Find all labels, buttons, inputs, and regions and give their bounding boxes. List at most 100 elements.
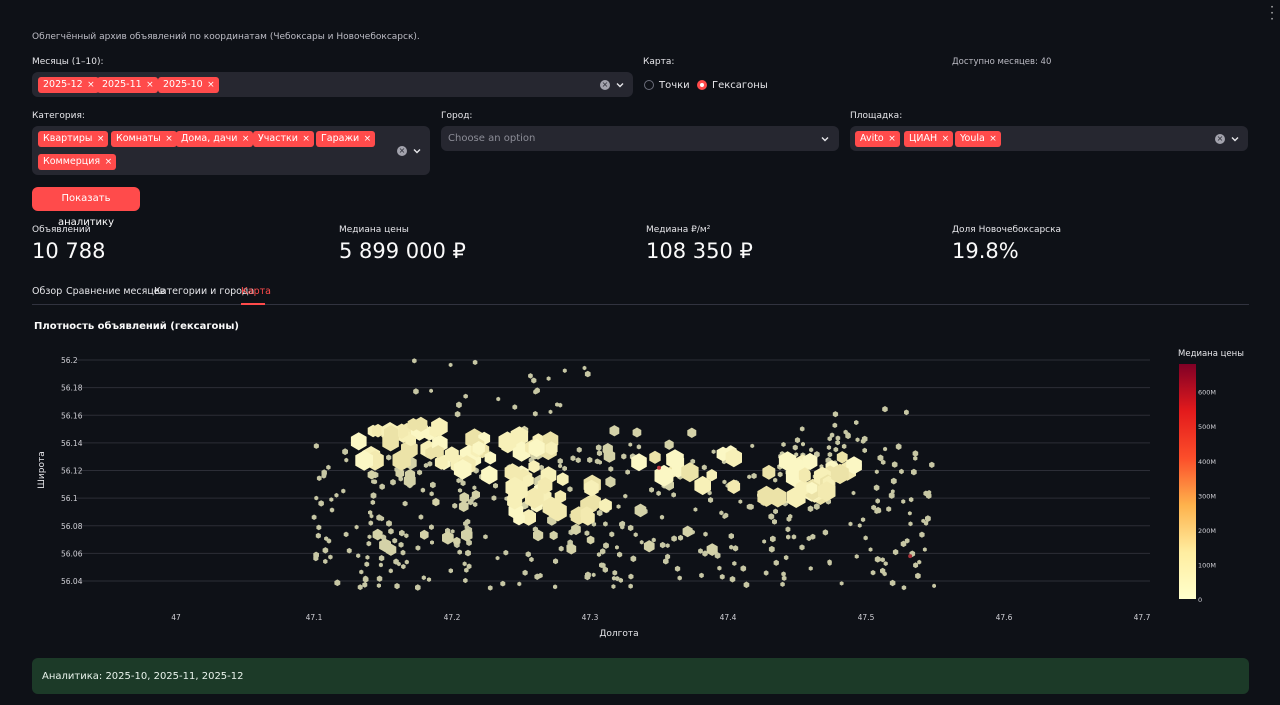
hex-cell xyxy=(875,498,880,504)
colorbar-ticks: 0 100M 200M 300M 400M 500M 600M xyxy=(1198,389,1216,604)
hex-cell xyxy=(415,584,421,591)
hex-cell xyxy=(556,472,569,486)
hex-cell xyxy=(892,549,899,556)
hex-cell xyxy=(722,479,727,485)
hex-cell xyxy=(357,584,363,591)
colorbar-tick-label: 200M xyxy=(1198,527,1216,535)
hex-cell xyxy=(682,525,693,538)
hex-cell xyxy=(860,517,866,523)
hex-cell xyxy=(751,472,757,479)
hex-cell xyxy=(493,482,498,489)
hex-cell xyxy=(835,435,841,441)
analytics-alert: Аналитика: 2025-10, 2025-11, 2025-12 xyxy=(32,658,1249,694)
hex-cell xyxy=(617,551,623,558)
hex-cell xyxy=(835,439,840,446)
y-tick-label: 56.1 xyxy=(61,494,78,503)
hex-cell xyxy=(386,454,392,461)
hex-cell xyxy=(342,448,348,456)
hex-cell xyxy=(548,409,553,415)
hex-cell xyxy=(659,514,665,520)
hex-cell xyxy=(575,457,581,464)
hex-cell xyxy=(491,495,497,501)
hex-cell xyxy=(376,583,381,588)
hex-cell xyxy=(854,554,859,559)
hex-cell xyxy=(768,513,775,520)
hex-cell xyxy=(883,446,888,452)
hex-cell xyxy=(773,477,778,483)
hex-cell xyxy=(388,568,393,574)
x-axis-ticks: 47 47.1 47.2 47.3 47.4 47.5 47.6 47.7 xyxy=(171,613,1150,622)
hex-cell xyxy=(346,547,352,554)
hex-cell xyxy=(487,585,493,591)
hex-cell xyxy=(367,470,376,480)
hex-cell xyxy=(459,492,470,504)
hex-cell xyxy=(808,566,813,571)
hex-cell xyxy=(350,432,367,451)
hex-cell xyxy=(792,444,798,451)
hex-cell xyxy=(549,530,558,541)
hex-cell xyxy=(500,580,506,587)
hex-cell xyxy=(450,529,455,534)
hex-cell xyxy=(639,540,644,545)
hex-cell xyxy=(671,492,676,498)
hex-cell xyxy=(632,427,642,438)
hex-cell xyxy=(634,503,647,518)
hex-cell xyxy=(794,437,801,444)
hex-cell xyxy=(603,542,609,549)
hex-cell xyxy=(392,537,398,544)
hex-cell xyxy=(732,545,739,552)
hex-cell xyxy=(882,406,888,413)
hex-cell xyxy=(326,464,331,470)
hex-cell xyxy=(857,523,862,528)
hex-cell xyxy=(553,584,558,590)
hex-cell xyxy=(611,584,616,589)
hex-cell xyxy=(728,533,734,540)
hex-cell xyxy=(630,555,637,563)
y-tick-label: 56.14 xyxy=(61,439,83,448)
hex-cell xyxy=(558,545,564,552)
hex-cell xyxy=(452,502,458,509)
hex-cell xyxy=(750,443,755,449)
x-tick-label: 47.2 xyxy=(444,613,461,622)
hex-cell xyxy=(328,554,333,560)
hex-cell xyxy=(868,547,873,552)
hex-cell xyxy=(636,444,642,450)
hex-cell xyxy=(719,510,724,516)
hex-cell xyxy=(528,373,533,379)
hex-cell xyxy=(609,425,620,437)
hex-cell xyxy=(465,549,471,557)
hex-cell xyxy=(915,572,921,580)
hex-cell xyxy=(553,558,559,565)
hex-cell xyxy=(315,532,321,539)
hex-cell xyxy=(913,455,918,461)
hex-cell xyxy=(912,450,919,457)
hex-cell xyxy=(772,518,777,525)
hex-cell xyxy=(525,551,531,558)
hex-cell xyxy=(334,579,341,587)
hex-cell xyxy=(615,545,619,550)
hex-cell xyxy=(862,447,867,454)
hex-cell xyxy=(919,531,925,538)
hex-cell xyxy=(362,582,368,588)
hex-cell xyxy=(621,453,627,460)
hex-cell xyxy=(813,503,820,510)
x-tick-label: 47 xyxy=(171,613,181,622)
hex-cell xyxy=(582,365,587,371)
y-tick-label: 56.16 xyxy=(61,411,83,420)
hex-cell xyxy=(747,474,752,480)
hex-cell xyxy=(591,572,596,578)
hex-cell xyxy=(432,497,440,507)
hex-cell xyxy=(729,576,736,583)
hex-cell xyxy=(762,539,767,544)
hex-cell xyxy=(701,464,707,471)
hex-cell xyxy=(901,499,906,504)
hex-cell xyxy=(616,504,621,509)
hex-cell xyxy=(365,555,370,560)
hex-cell xyxy=(412,358,417,364)
hex-cell xyxy=(318,500,324,507)
hex-cell xyxy=(841,443,847,449)
hex-cell xyxy=(341,488,346,494)
hex-cell xyxy=(677,575,682,581)
hex-cell xyxy=(609,531,615,538)
y-tick-label: 56.2 xyxy=(61,356,78,365)
